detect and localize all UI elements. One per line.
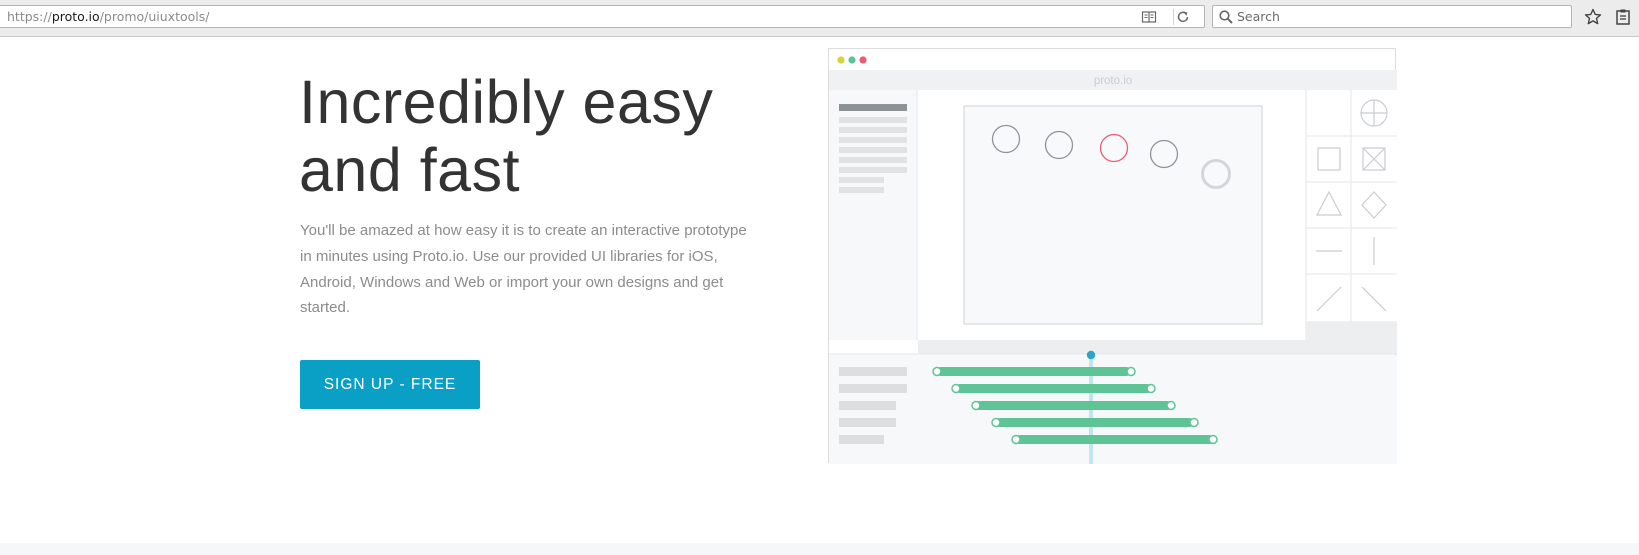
animation-bar[interactable] — [932, 366, 1136, 377]
reload-icon[interactable] — [1175, 9, 1191, 25]
tools-footer — [1306, 322, 1397, 340]
animation-bar[interactable] — [951, 383, 1156, 394]
reader-view-icon[interactable] — [1141, 9, 1157, 25]
hero-title-line1: Incredibly easy — [299, 68, 714, 136]
next-section-band — [0, 543, 1639, 555]
url-text[interactable]: https://proto.io/promo/uiuxtools/ — [7, 9, 210, 24]
layers-header-bar — [839, 104, 907, 111]
hero-description: You'll be amazed at how easy it is to cr… — [300, 222, 747, 317]
library-clipboard-icon[interactable] — [1613, 7, 1633, 27]
app-logo: proto.io — [1094, 75, 1132, 87]
search-bar[interactable]: Search — [1212, 5, 1572, 28]
app-illustration: proto.io — [828, 48, 1397, 464]
window-dot-green — [848, 56, 856, 64]
plus-circle-icon[interactable] — [1360, 99, 1388, 127]
window-dot-red — [859, 56, 867, 64]
url-separator — [1173, 9, 1174, 25]
playhead-handle[interactable] — [1086, 350, 1096, 360]
app-illustration-graphic: proto.io — [829, 56, 1397, 464]
placeholder-spacer — [1581, 7, 1601, 27]
address-bar[interactable]: https://proto.io/promo/uiuxtools/ — [0, 5, 1205, 28]
sign-up-free-button[interactable]: SIGN UP - FREE — [300, 360, 480, 409]
hero-title: Incredibly easy and fast — [299, 68, 779, 204]
search-input[interactable]: Search — [1237, 9, 1280, 24]
hero-title-line2: and fast — [299, 136, 521, 204]
search-icon — [1219, 10, 1233, 24]
animation-bar[interactable] — [1011, 434, 1218, 445]
artboard — [963, 105, 1263, 325]
animation-bar[interactable] — [971, 400, 1176, 411]
browser-toolbar: https://proto.io/promo/uiuxtools/ Search — [0, 0, 1639, 37]
window-dot-yellow — [837, 56, 845, 64]
animation-bar[interactable] — [991, 417, 1199, 428]
canvas-scrollbar-strip — [918, 340, 1397, 354]
